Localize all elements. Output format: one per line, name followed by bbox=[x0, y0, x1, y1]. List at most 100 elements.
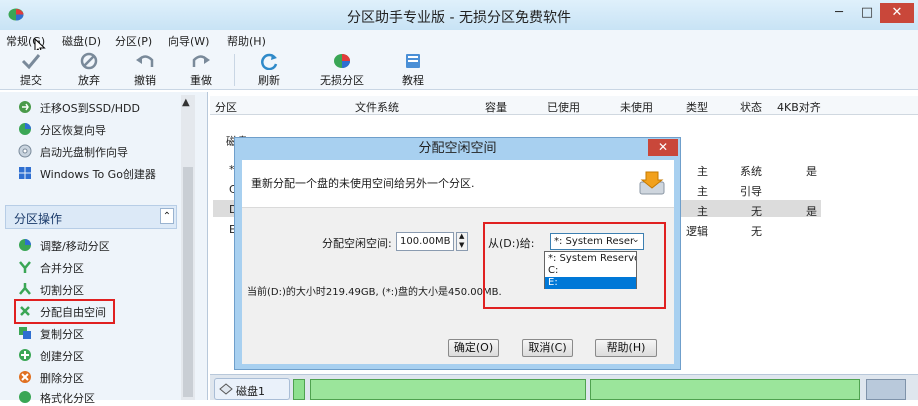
collapse-chevron-icon[interactable]: ⌃ bbox=[160, 208, 174, 224]
recovery-icon bbox=[19, 123, 31, 135]
row-align: 是 bbox=[806, 165, 817, 178]
stepper-down-icon[interactable]: ▼ bbox=[459, 241, 464, 249]
undo-icon bbox=[136, 55, 154, 67]
sidebar-item-label: 分区恢复向导 bbox=[40, 124, 106, 137]
minimize-button[interactable]: ─ bbox=[828, 3, 850, 23]
disk-map-label: 磁盘1 bbox=[236, 385, 265, 398]
window-title: 分区助手专业版 - 无损分区免费软件 bbox=[347, 10, 571, 26]
split-icon bbox=[19, 283, 31, 295]
undo-label: 撤销 bbox=[134, 74, 156, 87]
disk-map-partition-c[interactable] bbox=[310, 379, 586, 400]
disc-icon bbox=[18, 144, 32, 158]
discard-button[interactable]: 放弃 bbox=[74, 52, 104, 88]
close-window-button[interactable]: ✕ bbox=[880, 3, 914, 23]
format-icon bbox=[19, 391, 31, 403]
lossless-partition-label: 无损分区 bbox=[320, 74, 364, 87]
commit-icon bbox=[21, 54, 41, 70]
cancel-button[interactable]: 取消(C) bbox=[522, 339, 573, 357]
refresh-button[interactable]: 刷新 bbox=[252, 52, 286, 88]
alloc-space-input[interactable]: 100.00MB bbox=[396, 232, 454, 251]
col-status[interactable]: 状态 bbox=[740, 99, 762, 115]
tutorial-button[interactable]: 教程 bbox=[398, 52, 428, 88]
row-type: 主 bbox=[697, 185, 708, 198]
refresh-icon bbox=[261, 53, 278, 70]
lossless-partition-button[interactable]: 无损分区 bbox=[314, 52, 370, 88]
sidebar-item-label: 删除分区 bbox=[40, 372, 84, 385]
menu-partition[interactable]: 分区(P) bbox=[115, 33, 152, 49]
partition-table-header: 分区 文件系统 容量 已使用 未使用 类型 状态 4KB对齐 bbox=[210, 96, 918, 115]
delete-icon bbox=[19, 371, 31, 383]
sidebar-scrollbar[interactable]: ▲ bbox=[181, 95, 195, 400]
discard-label: 放弃 bbox=[78, 74, 100, 87]
sidebar-item-label: 启动光盘制作向导 bbox=[40, 146, 128, 159]
row-status: 无 bbox=[751, 205, 762, 218]
sidebar-item-label: 复制分区 bbox=[40, 328, 84, 341]
size-info-text: 当前(D:)的大小时219.49GB, (*:)盘的大小是450.00MB. bbox=[247, 287, 502, 298]
tutorial-book-icon bbox=[406, 54, 420, 68]
resize-icon bbox=[19, 239, 31, 251]
col-unused[interactable]: 未使用 bbox=[620, 99, 653, 115]
dialog-header-panel: 重新分配一个盘的未使用空间给另外一个分区. bbox=[242, 160, 674, 208]
commit-button[interactable]: 提交 bbox=[16, 52, 46, 88]
disk-map-partition-d[interactable] bbox=[590, 379, 860, 400]
create-icon bbox=[19, 349, 31, 361]
row-type: 逻辑 bbox=[686, 225, 708, 238]
disk-map-partition-system[interactable] bbox=[293, 379, 305, 400]
disk-map-partition-e[interactable] bbox=[866, 379, 906, 400]
sidebar-item-label: Windows To Go创建器 bbox=[40, 168, 156, 181]
tutorial-label: 教程 bbox=[402, 74, 424, 87]
copy-icon bbox=[19, 327, 31, 339]
row-type: 主 bbox=[697, 205, 708, 218]
col-partition[interactable]: 分区 bbox=[215, 99, 237, 115]
dialog-close-button[interactable]: ✕ bbox=[648, 139, 678, 156]
menu-wizard[interactable]: 向导(W) bbox=[168, 33, 209, 49]
lossless-partition-icon bbox=[334, 54, 350, 68]
title-bar: 分区助手专业版 - 无损分区免费软件 ─ □ ✕ bbox=[0, 0, 918, 30]
sidebar-item-label: 迁移OS到SSD/HDD bbox=[40, 102, 140, 115]
scroll-up-icon[interactable]: ▲ bbox=[182, 97, 190, 108]
merge-icon bbox=[19, 261, 31, 273]
commit-label: 提交 bbox=[20, 74, 42, 87]
ok-button[interactable]: 确定(O) bbox=[448, 339, 499, 357]
row-status: 引导 bbox=[740, 185, 762, 198]
group-title: 分区操作 bbox=[14, 212, 63, 226]
undo-button[interactable]: 撤销 bbox=[130, 52, 160, 88]
windows-icon bbox=[19, 167, 31, 179]
scroll-thumb[interactable] bbox=[183, 167, 193, 397]
refresh-label: 刷新 bbox=[258, 74, 280, 87]
hard-disk-icon bbox=[219, 383, 233, 395]
redo-button[interactable]: 重做 bbox=[186, 52, 216, 88]
toolbar-separator bbox=[234, 54, 235, 86]
sidebar-item-label: 调整/移动分区 bbox=[40, 240, 110, 253]
dialog-description: 重新分配一个盘的未使用空间给另外一个分区. bbox=[251, 177, 475, 190]
col-capacity[interactable]: 容量 bbox=[485, 99, 507, 115]
col-filesystem[interactable]: 文件系统 bbox=[355, 99, 399, 115]
sidebar-item-label: 切割分区 bbox=[40, 284, 84, 297]
highlight-allocate-free-space bbox=[14, 299, 115, 324]
disk-map-disk-card[interactable]: 磁盘1 bbox=[214, 378, 290, 400]
row-status: 系统 bbox=[740, 165, 762, 178]
row-type: 主 bbox=[697, 165, 708, 178]
maximize-button[interactable]: □ bbox=[856, 3, 878, 23]
stepper-up-icon[interactable]: ▲ bbox=[459, 232, 464, 240]
disk-allocate-icon bbox=[639, 171, 665, 195]
disk-map: 磁盘1 bbox=[210, 374, 918, 400]
col-used[interactable]: 已使用 bbox=[547, 99, 580, 115]
alloc-space-label: 分配空闲空间: bbox=[322, 237, 392, 250]
discard-icon bbox=[80, 52, 98, 70]
sidebar-item-label: 格式化分区 bbox=[40, 392, 95, 405]
menu-bar: 常规(G) 磁盘(D) 分区(P) 向导(W) 帮助(H) bbox=[0, 30, 918, 56]
row-status: 无 bbox=[751, 225, 762, 238]
help-button[interactable]: 帮助(H) bbox=[595, 339, 657, 357]
partition-ops-group-header[interactable]: 分区操作 ⌃ bbox=[5, 205, 177, 229]
sidebar-item-label: 创建分区 bbox=[40, 350, 84, 363]
col-type[interactable]: 类型 bbox=[686, 99, 708, 115]
alloc-space-stepper[interactable]: ▲ ▼ bbox=[456, 232, 468, 251]
toolbar: 提交 放弃 撤销 重做 刷新 无损分区 教程 bbox=[0, 50, 918, 90]
menu-disk[interactable]: 磁盘(D) bbox=[62, 33, 101, 49]
col-4kb-align[interactable]: 4KB对齐 bbox=[777, 99, 821, 115]
menu-help[interactable]: 帮助(H) bbox=[227, 33, 266, 49]
migrate-icon bbox=[19, 101, 31, 113]
alloc-space-value: 100.00MB bbox=[400, 236, 451, 247]
redo-icon bbox=[192, 55, 210, 67]
